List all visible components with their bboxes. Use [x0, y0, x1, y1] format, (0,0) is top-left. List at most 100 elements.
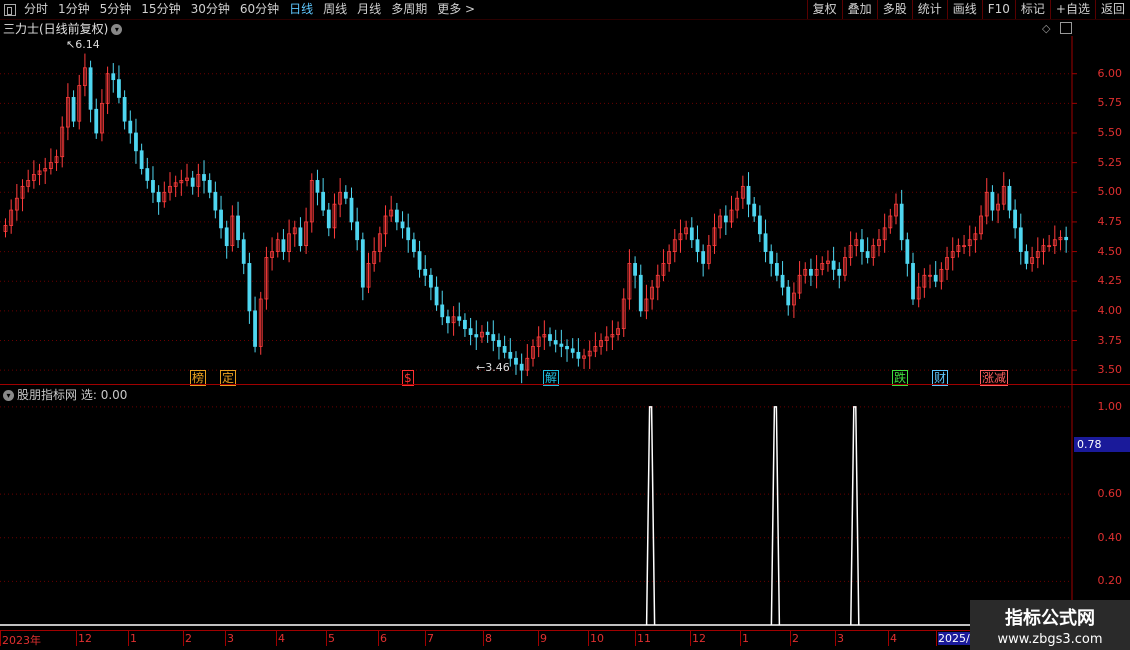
candle-body	[491, 334, 496, 341]
candle-body	[553, 340, 558, 345]
indicator-chart[interactable]	[0, 385, 1130, 630]
candle-body	[1018, 227, 1023, 252]
candle-body	[355, 221, 360, 241]
date-tick-mark	[483, 630, 484, 646]
toolbar-button[interactable]: 返回	[1094, 0, 1130, 19]
candle-body	[236, 215, 240, 241]
candle-body	[224, 227, 229, 247]
date-tick-mark	[790, 630, 791, 646]
price-tick-label: 3.50	[1097, 363, 1123, 377]
toolbar-button[interactable]: 叠加	[841, 0, 877, 19]
date-tick-label: 2	[792, 632, 799, 645]
top-toolbar: 分时 1分钟 5分钟 15分钟 30分钟 60分钟 日线 周线 月线 多周期 更多 > 复权 叠加 多股…	[0, 0, 1130, 20]
date-tick-mark	[378, 630, 379, 646]
candle-body	[145, 168, 150, 181]
watermark: 指标公式网 www.zbgs3.com	[970, 600, 1130, 650]
candle-body	[752, 203, 757, 217]
candle-body	[831, 260, 836, 270]
indicator-spike	[645, 406, 656, 626]
candle-body	[134, 132, 138, 152]
watermark-title: 指标公式网	[1005, 608, 1095, 629]
date-tick-label: 10	[590, 632, 604, 645]
toolbar-button[interactable]: 复权	[806, 0, 842, 19]
candle-body	[786, 286, 791, 306]
candle-body	[497, 340, 501, 347]
period-tab[interactable]: 30分钟	[186, 2, 235, 16]
candle-body	[508, 351, 513, 359]
period-tab[interactable]: 月线	[352, 2, 386, 16]
candle-body	[411, 239, 416, 252]
date-tick-mark	[76, 630, 77, 646]
date-tick-mark	[225, 630, 226, 646]
candle-body	[213, 191, 218, 211]
candle-body	[156, 191, 161, 203]
candle-body	[417, 251, 422, 270]
candle-body	[71, 97, 76, 122]
date-tick-mark	[936, 630, 937, 646]
toolbar-button[interactable]: 多股	[876, 0, 912, 19]
x-axis-line	[0, 630, 1130, 631]
toolbar-button[interactable]: 统计	[911, 0, 947, 19]
date-tick-label: 5	[328, 632, 335, 645]
period-tab[interactable]: 多周期	[386, 2, 432, 16]
candle-body	[576, 351, 581, 359]
period-tab[interactable]: 更多 >	[432, 2, 480, 16]
candle-body	[321, 191, 326, 211]
candle-body	[406, 227, 411, 241]
candle-body	[701, 251, 706, 264]
date-tick-label: 3	[837, 632, 844, 645]
date-tick-mark	[538, 630, 539, 646]
date-tick-label: 12	[692, 632, 706, 645]
toolbar-button[interactable]: +自选	[1049, 0, 1095, 19]
date-tick-label: 1	[742, 632, 749, 645]
candle-body	[638, 274, 643, 312]
expand-icon[interactable]	[1060, 22, 1072, 34]
candle-body	[1013, 209, 1018, 229]
date-tick-label: 12	[78, 632, 92, 645]
period-tab[interactable]: 15分钟	[136, 2, 185, 16]
candle-body	[298, 227, 303, 247]
candle-body	[723, 215, 728, 223]
candle-body	[151, 180, 155, 193]
date-tick-mark	[326, 630, 327, 646]
candlestick-chart[interactable]	[0, 36, 1130, 384]
date-tick-mark	[0, 630, 1, 646]
price-tick-label: 6.00	[1097, 66, 1123, 80]
candle-body	[809, 268, 813, 276]
period-tab[interactable]: 1分钟	[53, 2, 95, 16]
period-tab[interactable]: 周线	[318, 2, 352, 16]
candle-body	[360, 239, 365, 288]
candle-body	[202, 174, 206, 181]
candle-body	[837, 268, 842, 276]
candle-body	[281, 239, 286, 252]
period-tabs: 分时 1分钟 5分钟 15分钟 30分钟 60分钟 日线 周线 月线 多周期 更多 >	[0, 0, 480, 19]
price-tick-label: 4.00	[1097, 303, 1123, 317]
candle-body	[88, 67, 93, 110]
period-tab[interactable]: 日线	[284, 2, 318, 16]
date-tick-mark	[588, 630, 589, 646]
candle-body	[502, 346, 507, 353]
date-tick-label: 9	[540, 632, 547, 645]
diamond-icon[interactable]: ◇	[1042, 22, 1050, 35]
period-tab[interactable]: 5分钟	[95, 2, 137, 16]
candle-body	[565, 346, 569, 350]
candle-body	[111, 73, 116, 81]
period-tab[interactable]: 60分钟	[235, 2, 284, 16]
candle-body	[190, 177, 195, 187]
chevron-down-icon[interactable]: ▾	[111, 24, 123, 35]
stock-title: 三力士(日线前复权)	[3, 22, 109, 36]
candle-body	[128, 120, 133, 134]
toolbar-button[interactable]: 画线	[946, 0, 982, 19]
date-tick-mark	[425, 630, 426, 646]
toolbar-button[interactable]: 标记	[1014, 0, 1050, 19]
toolbar-button[interactable]: F10	[981, 0, 1015, 19]
candle-body	[911, 263, 915, 300]
candle-body	[763, 233, 768, 252]
candle-body	[463, 319, 467, 330]
candle-body	[933, 274, 938, 282]
price-tick-label: 4.75	[1097, 214, 1123, 228]
date-tick-label: 3	[227, 632, 234, 645]
period-tab[interactable]: 分时	[19, 2, 53, 16]
candle-body	[695, 239, 700, 252]
window-icon[interactable]	[4, 3, 16, 16]
